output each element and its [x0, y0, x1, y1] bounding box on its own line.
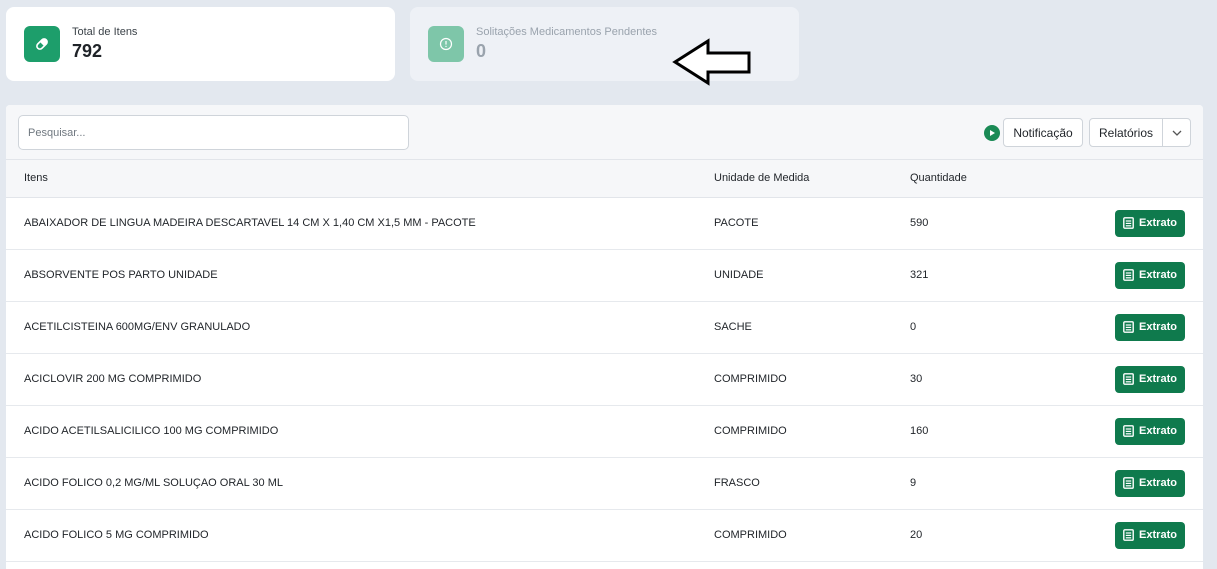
document-icon: [1123, 425, 1134, 437]
total-items-value: 792: [72, 41, 103, 61]
extrato-button[interactable]: Extrato: [1115, 209, 1185, 237]
table-row: ABSORVENTE POS PARTO UNIDADE UNIDADE 321…: [6, 249, 1203, 301]
notification-button[interactable]: Notificação: [1003, 118, 1083, 147]
extrato-label: Extrato: [1139, 321, 1177, 333]
header-unit: Unidade de Medida: [714, 172, 810, 185]
pending-requests-label: Solitações Medicamentos Pendentes: [476, 26, 657, 38]
table-row: ACIDO FOLICO 5 MG COMPRIMIDO COMPRIMIDO …: [6, 509, 1203, 561]
item-unit: FRASCO: [714, 477, 760, 489]
item-unit: PACOTE: [714, 217, 759, 229]
extrato-label: Extrato: [1139, 373, 1177, 385]
document-icon: [1123, 321, 1134, 333]
item-unit: COMPRIMIDO: [714, 425, 787, 437]
table-row: ACETILCISTEINA 600MG/ENV GRANULADO SACHE…: [6, 301, 1203, 353]
item-quantity: 30: [910, 373, 923, 385]
table-row: ACICLOVIR 200 MG COMPRIMIDO COMPRIMIDO 3…: [6, 353, 1203, 405]
item-name: ACIDO FOLICO 5 MG COMPRIMIDO: [24, 529, 209, 541]
item-quantity: 9: [910, 477, 917, 489]
extrato-label: Extrato: [1139, 529, 1177, 541]
chevron-down-icon[interactable]: [1163, 119, 1190, 146]
header-items: Itens: [24, 172, 48, 185]
item-name: ACIDO ACETILSALICILICO 100 MG COMPRIMIDO: [24, 425, 279, 437]
extrato-button[interactable]: Extrato: [1115, 365, 1185, 393]
info-icon: [428, 26, 464, 62]
items-panel: Notificação Relatórios Itens Unidade de …: [6, 105, 1203, 569]
table-header-row: Itens Unidade de Medida Quantidade: [6, 160, 1203, 197]
header-actions: [1060, 160, 1203, 197]
item-quantity: 0: [910, 321, 917, 333]
item-quantity: 160: [910, 425, 929, 437]
item-name: ACICLOVIR 200 MG COMPRIMIDO: [24, 373, 202, 385]
document-icon: [1123, 373, 1134, 385]
table-row: ACIDO FOLICO 0,2 MG/ML SOLUÇAO ORAL 30 M…: [6, 457, 1203, 509]
item-name: ACIDO FOLICO 0,2 MG/ML SOLUÇAO ORAL 30 M…: [24, 477, 283, 489]
pill-icon: [24, 26, 60, 62]
extrato-label: Extrato: [1139, 269, 1177, 281]
document-icon: [1123, 269, 1134, 281]
header-quantity: Quantidade: [910, 172, 967, 185]
extrato-button[interactable]: Extrato: [1115, 313, 1185, 341]
extrato-label: Extrato: [1139, 425, 1177, 437]
item-unit: COMPRIMIDO: [714, 373, 787, 385]
items-table: Itens Unidade de Medida Quantidade ABAIX…: [6, 160, 1203, 562]
item-quantity: 590: [910, 217, 929, 229]
document-icon: [1123, 529, 1134, 541]
total-items-label: Total de Itens: [72, 26, 138, 38]
extrato-button[interactable]: Extrato: [1115, 469, 1185, 497]
pending-requests-value: 0: [476, 41, 487, 61]
total-items-card: Total de Itens 792: [6, 7, 395, 81]
play-icon[interactable]: [984, 125, 1000, 141]
extrato-button[interactable]: Extrato: [1115, 521, 1185, 549]
item-unit: COMPRIMIDO: [714, 529, 787, 541]
extrato-button[interactable]: Extrato: [1115, 261, 1185, 289]
item-name: ABSORVENTE POS PARTO UNIDADE: [24, 269, 218, 281]
document-icon: [1123, 217, 1134, 229]
reports-button[interactable]: Relatórios: [1090, 119, 1163, 146]
item-quantity: 321: [910, 269, 929, 281]
item-quantity: 20: [910, 529, 923, 541]
left-arrow-icon: [672, 38, 751, 86]
table-row: ABAIXADOR DE LINGUA MADEIRA DESCARTAVEL …: [6, 197, 1203, 249]
reports-button-group: Relatórios: [1089, 118, 1191, 147]
search-input[interactable]: [18, 115, 409, 150]
item-unit: UNIDADE: [714, 269, 764, 281]
item-name: ACETILCISTEINA 600MG/ENV GRANULADO: [24, 321, 251, 333]
extrato-label: Extrato: [1139, 477, 1177, 489]
toolbar: Notificação Relatórios: [6, 105, 1203, 160]
extrato-label: Extrato: [1139, 217, 1177, 229]
table-row: ACIDO ACETILSALICILICO 100 MG COMPRIMIDO…: [6, 405, 1203, 457]
item-name: ABAIXADOR DE LINGUA MADEIRA DESCARTAVEL …: [24, 217, 476, 229]
document-icon: [1123, 477, 1134, 489]
extrato-button[interactable]: Extrato: [1115, 417, 1185, 445]
item-unit: SACHE: [714, 321, 752, 333]
